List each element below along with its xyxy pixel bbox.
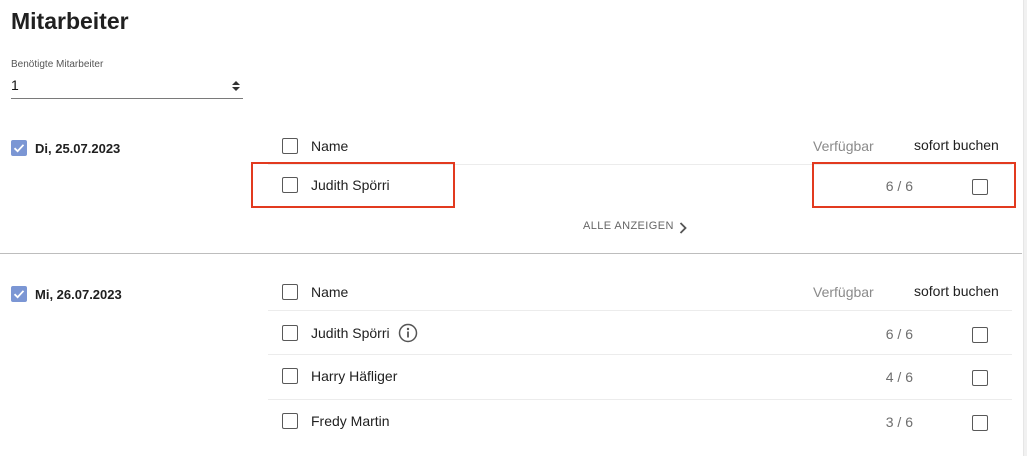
highlight-box-name	[251, 162, 455, 208]
day-2-column-book-now: sofort buchen	[914, 283, 999, 299]
day-1-select-all-checkbox[interactable]	[282, 138, 298, 154]
info-icon[interactable]	[398, 323, 418, 348]
number-spinner-icon[interactable]	[231, 79, 241, 93]
chevron-right-icon[interactable]	[678, 221, 688, 240]
day-2-employee-3-book-checkbox[interactable]	[972, 415, 988, 431]
page-title: Mitarbeiter	[11, 8, 129, 34]
day-1-checkbox[interactable]	[11, 140, 27, 156]
day-2-select-all-checkbox[interactable]	[282, 284, 298, 300]
day-2-employee-2-book-checkbox[interactable]	[972, 370, 988, 386]
highlight-box-booking	[812, 162, 1016, 208]
day-2-employee-3-checkbox[interactable]	[282, 413, 298, 429]
day-2-employee-2-name: Harry Häfliger	[311, 368, 398, 384]
divider	[268, 310, 1012, 311]
day-2-employee-2-checkbox[interactable]	[282, 368, 298, 384]
day-2-checkbox[interactable]	[11, 286, 27, 302]
day-2-employee-2-available: 4 / 6	[885, 369, 913, 385]
day-2-employee-3-name: Fredy Martin	[311, 413, 390, 429]
day-1-column-book-now: sofort buchen	[914, 137, 999, 153]
needed-employees-value: 1	[11, 77, 19, 93]
day-2-employee-1-name: Judith Spörri	[311, 325, 390, 341]
needed-employees-label: Benötigte Mitarbeiter	[11, 59, 104, 70]
needed-employees-input[interactable]: 1	[11, 75, 243, 99]
divider	[268, 399, 1012, 400]
day-1-column-available: Verfügbar	[813, 138, 874, 154]
day-2-employee-1-book-checkbox[interactable]	[972, 327, 988, 343]
show-all-link[interactable]: ALLE ANZEIGEN	[583, 220, 674, 232]
page: Mitarbeiter Benötigte Mitarbeiter 1 Di, …	[0, 0, 1027, 456]
scrollbar[interactable]	[1023, 0, 1027, 456]
day-2-employee-3-available: 3 / 6	[885, 414, 913, 430]
day-1-column-name: Name	[311, 138, 349, 154]
section-divider	[0, 253, 1022, 254]
day-1-date: Di, 25.07.2023	[35, 141, 121, 156]
day-2-column-name: Name	[311, 284, 349, 300]
day-2-employee-1-checkbox[interactable]	[282, 325, 298, 341]
day-2-date: Mi, 26.07.2023	[35, 287, 122, 302]
day-2-column-available: Verfügbar	[813, 284, 874, 300]
day-2-employee-1-available: 6 / 6	[885, 326, 913, 342]
divider	[268, 354, 1012, 355]
